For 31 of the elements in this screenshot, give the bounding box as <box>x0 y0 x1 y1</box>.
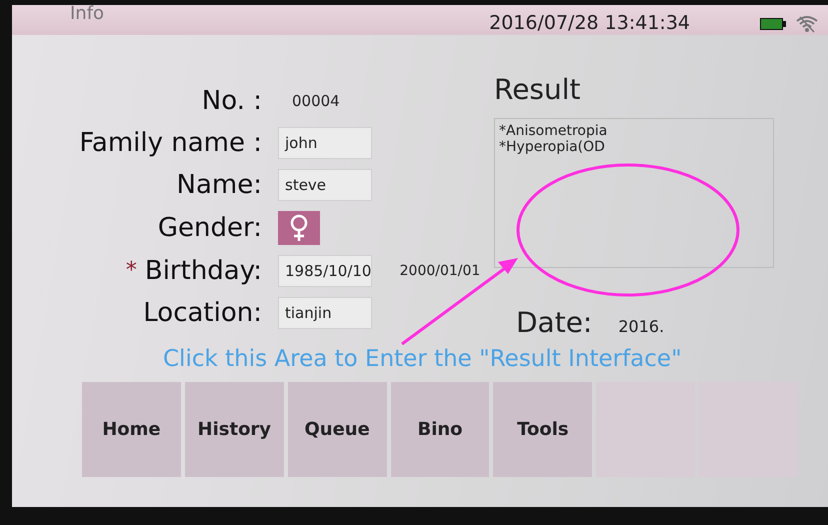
field-label: No. : <box>202 85 262 117</box>
result-area[interactable]: *Anisometropia *Hyperopia(OD <box>494 118 774 268</box>
date-label: Date: <box>516 306 592 339</box>
screen-title: Info <box>70 5 106 24</box>
nav-button[interactable]: Bino <box>390 382 490 477</box>
nav-button[interactable]: Tools <box>493 382 592 477</box>
result-heading: Result <box>494 73 582 106</box>
field-value: 00004 <box>291 92 340 110</box>
input-field[interactable]: tianjin <box>278 297 372 329</box>
field-label: Location: <box>143 297 262 329</box>
field-label: Birthday: <box>144 255 262 287</box>
result-item: *Hyperopia(OD <box>499 139 606 155</box>
annotation-caption: Click this Area to Enter the "Result Interface" <box>163 346 682 372</box>
input-field[interactable]: john <box>278 127 372 159</box>
female-symbol-icon <box>289 214 309 242</box>
field-label: Family name : <box>79 127 262 159</box>
gender-button[interactable] <box>278 211 320 245</box>
date-time: 2016/07/28 13:41:34 <box>489 12 690 34</box>
wifi-icon <box>796 15 818 33</box>
battery-icon <box>760 18 786 30</box>
nav-button[interactable]: Queue <box>288 382 387 477</box>
field-value: 2000/01/01 <box>400 263 480 279</box>
field-label: Gender: <box>158 212 262 244</box>
nav-button[interactable]: Home <box>82 382 181 477</box>
date-value: 2016. <box>618 317 664 336</box>
field-label: Name: <box>176 169 262 201</box>
nav-button[interactable]: History <box>184 382 284 477</box>
input-field[interactable]: 1985/10/10 <box>278 255 372 287</box>
required-mark: * <box>126 257 137 285</box>
input-field[interactable]: steve <box>278 169 372 201</box>
result-item: *Anisometropia <box>499 123 608 139</box>
